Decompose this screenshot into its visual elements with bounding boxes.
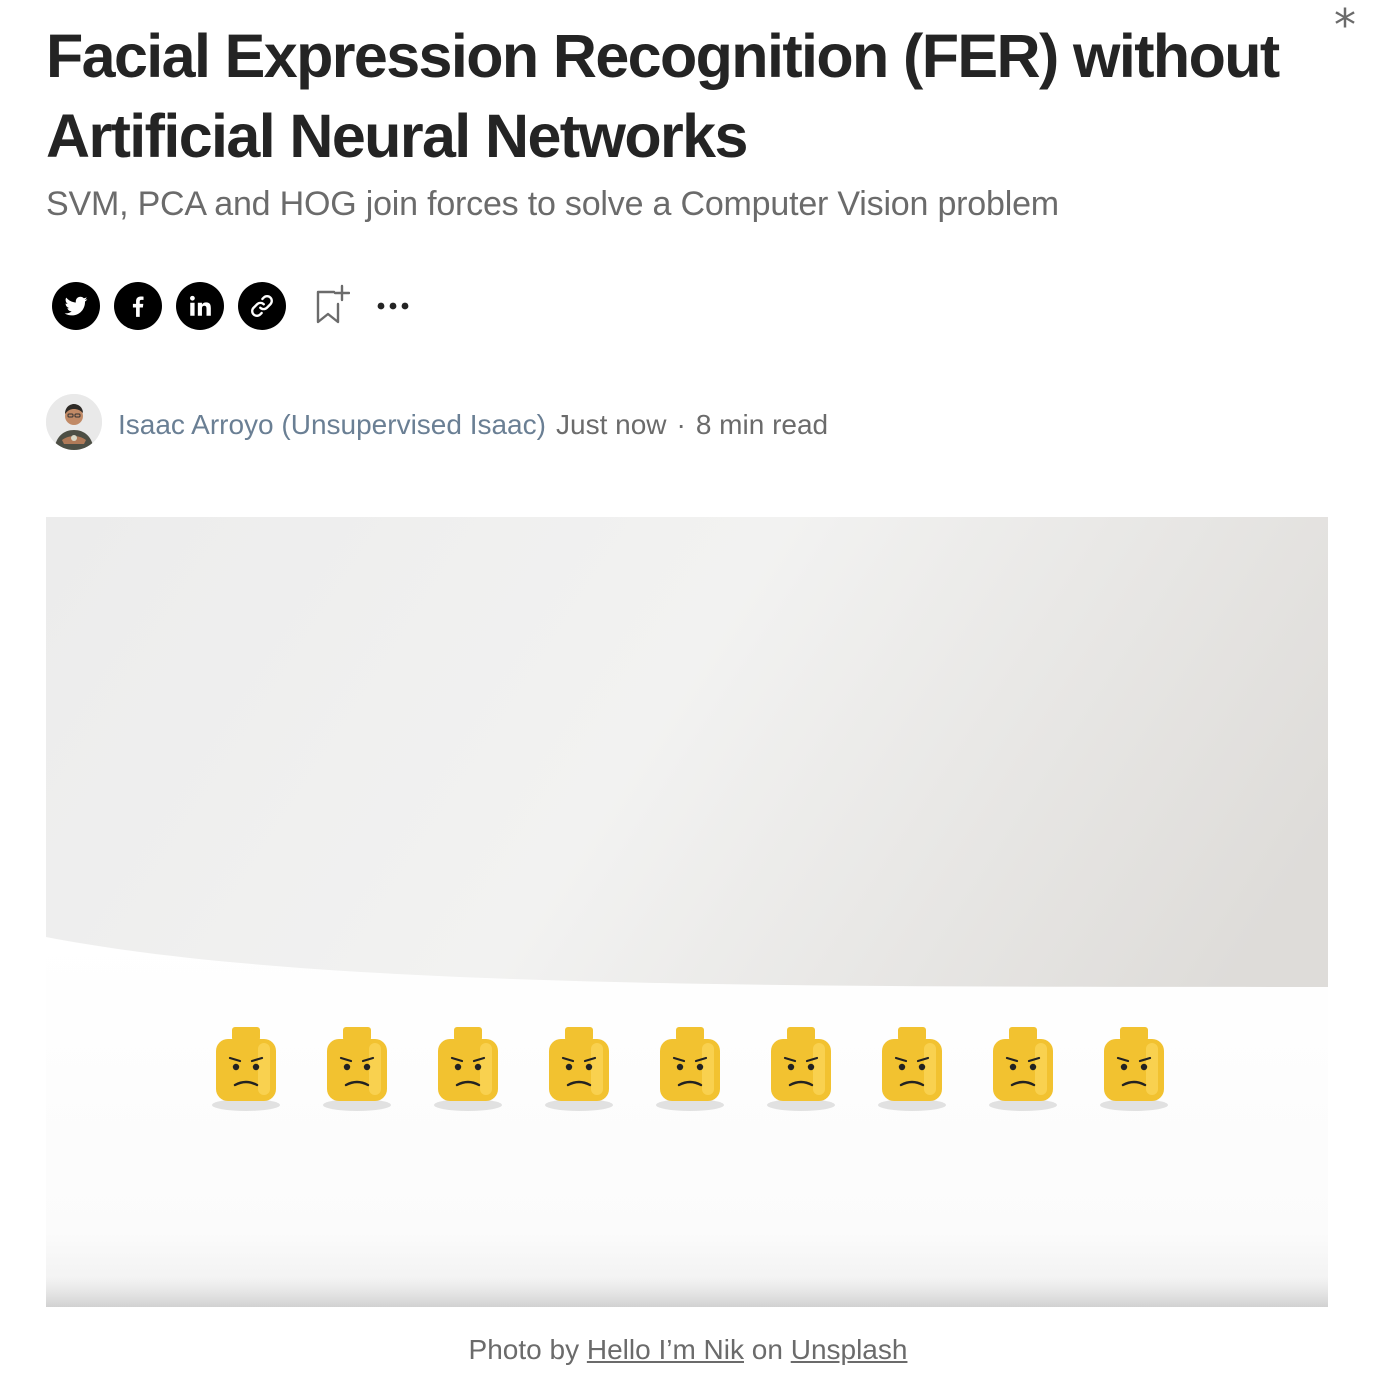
author-name-link[interactable]: Isaac Arroyo (Unsupervised Isaac) xyxy=(118,408,546,442)
post-meta: Just now · 8 min read xyxy=(556,408,828,442)
linkedin-icon xyxy=(190,295,211,316)
image-caption: Photo by Hello I’m Nik on Unsplash xyxy=(0,1330,1376,1370)
caption-prefix: Photo by xyxy=(468,1334,580,1365)
copy-link-button[interactable] xyxy=(238,282,286,330)
photographer-link[interactable]: Hello I’m Nik xyxy=(587,1334,744,1365)
read-time: 8 min read xyxy=(695,409,829,440)
unsplash-link[interactable]: Unsplash xyxy=(791,1334,908,1365)
link-icon xyxy=(251,295,273,317)
publish-time: Just now xyxy=(556,409,667,440)
facebook-icon xyxy=(132,296,144,317)
twitter-icon xyxy=(64,296,88,316)
lego-heads xyxy=(212,1027,1168,1111)
more-options-button[interactable] xyxy=(376,298,412,314)
author-avatar[interactable] xyxy=(46,394,102,450)
bookmark-add-icon xyxy=(316,284,351,324)
bookmark-button[interactable] xyxy=(314,284,351,328)
article-title: Facial Expression Recognition (FER) with… xyxy=(46,22,1280,170)
twitter-share-button[interactable] xyxy=(52,282,100,330)
meta-separator: · xyxy=(676,409,686,440)
facebook-share-button[interactable] xyxy=(114,282,162,330)
close-icon[interactable]: * xyxy=(1334,4,1356,48)
linkedin-share-button[interactable] xyxy=(176,282,224,330)
more-dots-icon xyxy=(377,302,409,310)
hero-image xyxy=(46,517,1328,1307)
article-subtitle: SVM, PCA and HOG join forces to solve a … xyxy=(46,185,1059,223)
caption-middle: on xyxy=(751,1334,783,1365)
